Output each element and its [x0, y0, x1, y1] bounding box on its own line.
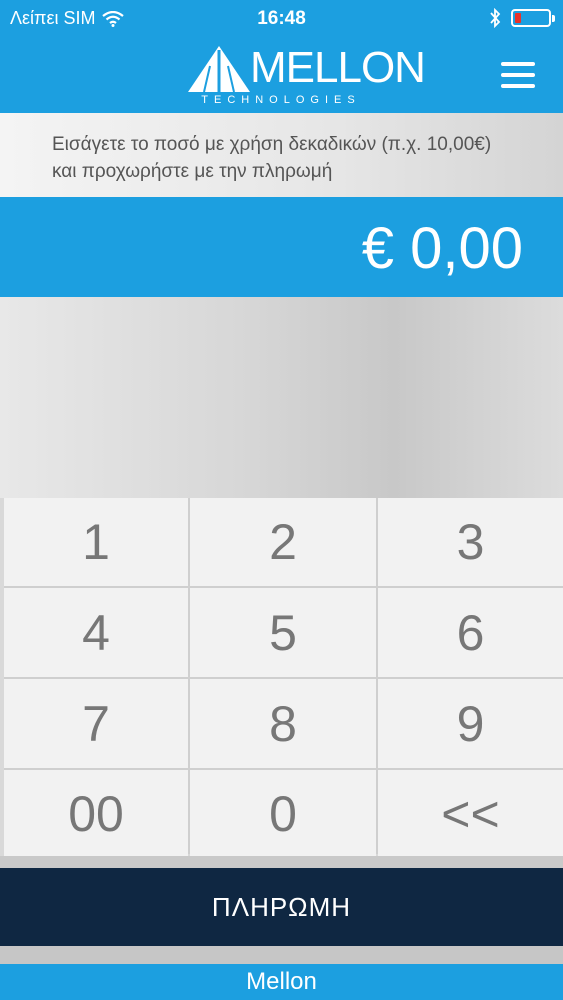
status-bar: Λείπει SIM 16:48: [0, 0, 563, 38]
key-3[interactable]: 3: [378, 498, 563, 586]
key-9[interactable]: 9: [378, 679, 563, 768]
status-time: 16:48: [257, 8, 306, 29]
key-5[interactable]: 5: [190, 588, 376, 677]
numeric-keypad: 1 2 3 4 5 6 7 8 9 00 0 <<: [4, 498, 563, 858]
backspace-key[interactable]: <<: [378, 770, 563, 858]
status-right: [489, 8, 555, 28]
key-0[interactable]: 0: [190, 770, 376, 858]
key-7[interactable]: 7: [4, 679, 188, 768]
battery-icon: [511, 9, 555, 27]
logo-subtitle: TECHNOLOGIES: [201, 94, 361, 106]
divider-band: [0, 856, 563, 868]
empty-area: [0, 297, 563, 498]
key-2[interactable]: 2: [190, 498, 376, 586]
footer-bar: Mellon: [0, 964, 563, 1000]
logo-triangle-icon: [188, 46, 250, 93]
amount-display: € 0,00: [0, 197, 563, 297]
divider-band-lower: [0, 946, 563, 964]
key-6[interactable]: 6: [378, 588, 563, 677]
bluetooth-icon: [490, 8, 501, 28]
key-00[interactable]: 00: [4, 770, 188, 858]
key-4[interactable]: 4: [4, 588, 188, 677]
hamburger-menu-icon[interactable]: [501, 62, 535, 88]
instructions-text: Εισάγετε το ποσό με χρήση δεκαδικών (π.χ…: [0, 113, 563, 197]
app-header: Λείπει SIM 16:48 MELLON TECHNOLOGIES: [0, 0, 563, 113]
key-8[interactable]: 8: [190, 679, 376, 768]
amount-value: € 0,00: [361, 216, 523, 281]
logo-wordmark: MELLON: [250, 43, 426, 92]
pay-button[interactable]: ΠΛΗΡΩΜΗ: [0, 868, 563, 946]
key-1[interactable]: 1: [4, 498, 188, 586]
mellon-logo: MELLON TECHNOLOGIES: [188, 44, 426, 108]
